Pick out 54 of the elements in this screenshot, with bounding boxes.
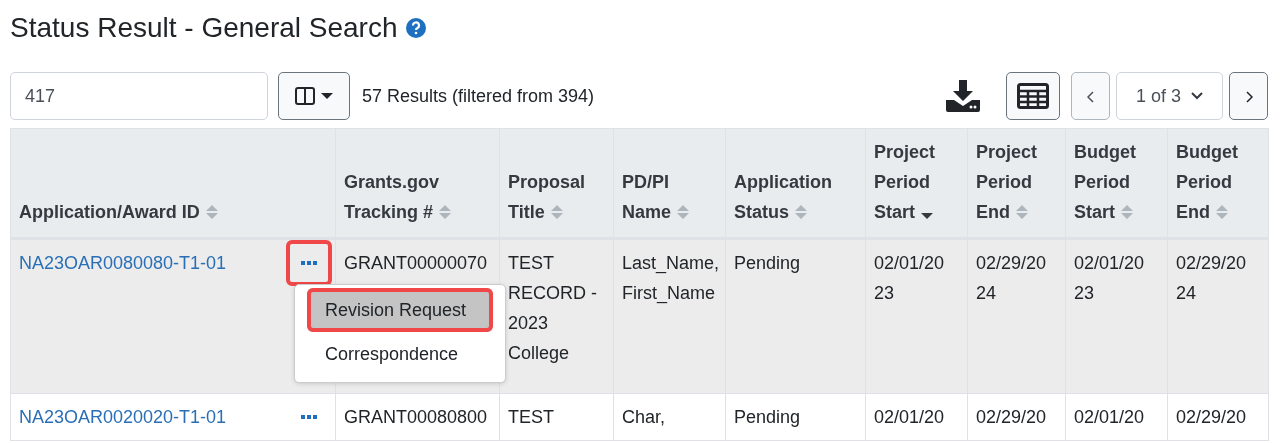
- table-cell: Pending: [725, 393, 866, 441]
- table-cell: 02/29/2024: [1167, 238, 1269, 394]
- download-icon[interactable]: [946, 80, 980, 112]
- column-header[interactable]: Budget Period Start: [1065, 128, 1168, 239]
- results-count: 57 Results (filtered from 394): [362, 85, 595, 107]
- sort-icon[interactable]: [677, 204, 690, 220]
- table-cell: GRANT00080800: [335, 393, 500, 441]
- table-cell: Char,: [613, 393, 726, 441]
- table-icon: [1017, 83, 1049, 109]
- column-header[interactable]: Application/Award ID: [10, 128, 336, 239]
- column-header[interactable]: Application Status: [725, 128, 866, 239]
- table-cell: 02/29/2024: [967, 238, 1066, 394]
- table-cell: 02/01/2023: [865, 238, 968, 394]
- next-page-button[interactable]: [1229, 72, 1268, 120]
- table-cell: TEST RECORD - 2023 College: [499, 238, 614, 394]
- sort-icon[interactable]: [1016, 204, 1028, 220]
- page-title: Status Result - General Search: [10, 12, 398, 44]
- ellipsis-icon: [301, 260, 317, 266]
- column-header[interactable]: Grants.gov Tracking #: [335, 128, 500, 239]
- sort-icon[interactable]: [1121, 204, 1133, 220]
- ellipsis-icon: [301, 414, 317, 420]
- table-cell: 02/01/2023: [1065, 238, 1168, 394]
- column-header[interactable]: Proposal Title: [499, 128, 614, 239]
- actions-menu-button[interactable]: [286, 240, 332, 286]
- sort-icon[interactable]: [795, 204, 807, 220]
- column-header[interactable]: PD/PI Name: [613, 128, 726, 239]
- award-id-link[interactable]: NA23OAR0080080-T1-01: [19, 248, 227, 278]
- table-view-button[interactable]: [1006, 72, 1060, 120]
- chevron-right-icon: [1244, 90, 1253, 103]
- chevron-down-icon: [1191, 92, 1203, 100]
- page-select[interactable]: 1 of 3: [1116, 72, 1223, 120]
- column-header[interactable]: Project Period End: [967, 128, 1066, 239]
- help-icon[interactable]: [405, 18, 426, 38]
- award-id-link[interactable]: NA23OAR0020020-T1-01: [19, 402, 227, 432]
- search-field[interactable]: 417: [10, 72, 268, 120]
- column-header[interactable]: Project Period Start: [865, 128, 968, 239]
- column-header[interactable]: Budget Period End: [1167, 128, 1269, 239]
- sort-icon[interactable]: [1216, 204, 1228, 220]
- table-cell: 02/01/20: [865, 393, 968, 441]
- menu-item[interactable]: Revision Request: [307, 288, 493, 332]
- caret-icon: [321, 92, 333, 100]
- table-cell: 02/01/20: [1065, 393, 1168, 441]
- table-cell: TEST: [499, 393, 614, 441]
- columns-icon: [295, 87, 315, 105]
- table-cell: 02/29/20: [967, 393, 1066, 441]
- table-cell: Pending: [725, 238, 866, 394]
- table-cell: Last_Name, First_Name: [613, 238, 726, 394]
- sort-icon[interactable]: [550, 204, 563, 220]
- chevron-left-icon: [1086, 90, 1095, 103]
- columns-button[interactable]: [278, 72, 350, 120]
- sort-icon[interactable]: [439, 204, 452, 220]
- table-cell: 02/29/20: [1167, 393, 1269, 441]
- sort-icon[interactable]: [205, 204, 218, 220]
- previous-page-button[interactable]: [1071, 72, 1110, 120]
